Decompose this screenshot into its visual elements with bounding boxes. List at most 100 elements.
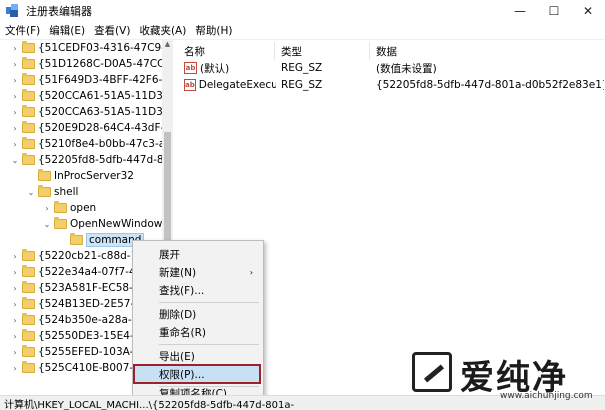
minimize-button[interactable]: — — [503, 0, 537, 22]
tree-item-label: {52205fd8-5dfb-447d-801 — [38, 154, 173, 166]
menu-item-rename[interactable]: 重命名(R) — [135, 323, 261, 341]
folder-icon — [38, 169, 51, 181]
watermark-logo-icon — [412, 352, 452, 392]
tree-item[interactable]: › {51F649D3-4BFF-42F6-A25 — [10, 72, 172, 88]
tree-item-label: {525C410E-B007-4F — [38, 362, 146, 374]
value-name-cell: ab (默认) — [184, 60, 276, 76]
value-type: REG_SZ — [281, 79, 323, 91]
menu-item-expand[interactable]: 展开 — [135, 245, 261, 263]
tree-item[interactable]: › {525C410E-B007-4F — [10, 360, 146, 376]
collapse-icon[interactable]: ⌄ — [42, 220, 52, 229]
tree-item[interactable]: › {520E9D28-64C4-43dF-BE — [10, 120, 173, 136]
tree-item-label: open — [70, 202, 97, 214]
string-value-icon: ab — [184, 62, 197, 74]
tree-item[interactable]: › {524b350e-a28a-42 — [10, 312, 145, 328]
tree-item-label: {5210f8e4-b0bb-47c3-a8c — [38, 138, 173, 150]
folder-icon — [22, 249, 35, 261]
folder-icon — [22, 41, 35, 53]
expand-icon[interactable]: › — [10, 108, 20, 117]
expand-icon[interactable]: › — [10, 316, 20, 325]
column-header-name[interactable]: 名称 — [178, 42, 275, 60]
tree-item[interactable]: › {52550DE3-15E4-4E — [10, 328, 147, 344]
tree-item[interactable]: ⌄ shell — [26, 184, 78, 200]
menu-view[interactable]: 查看(V) — [89, 23, 134, 38]
title-bar: 注册表编辑器 — ☐ ✕ — [0, 0, 605, 22]
tree-item-label: {520E9D28-64C4-43dF-BE — [38, 122, 173, 134]
tree-item[interactable]: › {520CCA63-51A5-11D3-91 — [10, 104, 173, 120]
tree-item[interactable]: InProcServer32 — [26, 168, 134, 184]
expand-icon[interactable]: › — [10, 284, 20, 293]
value-name-cell: ab DelegateExecu... — [184, 77, 276, 93]
menu-separator — [159, 302, 259, 303]
scroll-up-icon[interactable]: ▲ — [162, 40, 173, 50]
folder-icon — [22, 345, 35, 357]
menu-item-new[interactable]: 新建(N) › — [135, 263, 261, 281]
menu-edit[interactable]: 编辑(E) — [44, 23, 89, 38]
highlight-frame — [133, 364, 261, 384]
folder-icon — [22, 121, 35, 133]
expand-icon[interactable]: › — [10, 60, 20, 69]
expand-icon[interactable]: › — [42, 204, 52, 213]
menu-help[interactable]: 帮助(H) — [190, 23, 236, 38]
expand-icon[interactable]: › — [10, 300, 20, 309]
menu-favorites[interactable]: 收藏夹(A) — [134, 23, 190, 38]
tree-item-label: {5220cb21-c88d-11 — [38, 250, 144, 262]
expand-icon[interactable]: › — [10, 44, 20, 53]
tree-item[interactable]: › {51D1268C-D0A5-47CC-A — [10, 56, 173, 72]
value-type: REG_SZ — [281, 62, 323, 74]
string-value-icon: ab — [184, 79, 196, 91]
expand-icon[interactable]: › — [10, 268, 20, 277]
expand-icon[interactable]: › — [10, 76, 20, 85]
tree-item[interactable]: › {51CEDF03-4316-47C9-81 — [10, 40, 172, 56]
tree-item-label: {524b350e-a28a-42 — [38, 314, 146, 326]
tree-item[interactable]: › open — [42, 200, 96, 216]
expand-icon[interactable]: › — [10, 252, 20, 261]
context-menu: 展开 新建(N) › 查找(F)... 删除(D) 重命名(R) 导出(E) 权… — [132, 240, 264, 402]
value-name: DelegateExecu... — [198, 79, 276, 91]
value-name: (默认) — [200, 62, 230, 75]
expand-icon[interactable]: › — [10, 332, 20, 341]
folder-icon — [54, 201, 67, 213]
tree-item[interactable]: › {5255EFED-103A-44 — [10, 344, 147, 360]
folder-icon — [22, 105, 35, 117]
menu-file[interactable]: 文件(F) — [0, 23, 44, 38]
regedit-icon — [6, 4, 20, 18]
menu-item-delete[interactable]: 删除(D) — [135, 305, 261, 323]
maximize-button[interactable]: ☐ — [537, 0, 571, 22]
menu-item-export[interactable]: 导出(E) — [135, 347, 261, 365]
value-data: {52205fd8-5dfb-447d-801a-d0b52f2e83e1} — [376, 79, 604, 91]
folder-icon — [22, 281, 35, 293]
close-button[interactable]: ✕ — [571, 0, 605, 22]
tree-item[interactable]: ⌄ OpenNewWindow — [42, 216, 162, 232]
folder-icon — [22, 57, 35, 69]
tree-item[interactable]: › {5210f8e4-b0bb-47c3-a8c — [10, 136, 173, 152]
watermark: 爱纯净 www.aichunjing.com — [408, 350, 605, 408]
folder-icon — [22, 137, 35, 149]
collapse-icon[interactable]: ⌄ — [26, 188, 36, 197]
tree-item[interactable]: › {524B13ED-2E57-40 — [10, 296, 148, 312]
folder-icon — [22, 313, 35, 325]
tree-item[interactable]: › {522e34a4-07f7-40a — [10, 264, 149, 280]
value-row[interactable]: ab DelegateExecu... REG_SZ {52205fd8-5df… — [178, 77, 605, 93]
expand-icon[interactable]: › — [10, 364, 20, 373]
collapse-icon[interactable]: ⌄ — [10, 156, 20, 165]
value-row[interactable]: ab (默认) REG_SZ (数值未设置) — [178, 60, 605, 76]
tree-item[interactable]: › {523A581F-EC58-40 — [10, 280, 146, 296]
folder-icon — [22, 73, 35, 85]
tree-item[interactable]: › {5220cb21-c88d-11 — [10, 248, 144, 264]
menu-item-find[interactable]: 查找(F)... — [135, 281, 261, 299]
tree-item[interactable]: › {520CCA61-51A5-11D3-91 — [10, 88, 172, 104]
expand-icon[interactable]: › — [10, 92, 20, 101]
expand-icon[interactable]: › — [10, 348, 20, 357]
tree-item-label: {51D1268C-D0A5-47CC-A — [38, 58, 173, 70]
tree-item-label: {52550DE3-15E4-4E — [38, 330, 148, 342]
expand-icon[interactable]: › — [10, 140, 20, 149]
tree-item-label: InProcServer32 — [54, 170, 134, 182]
column-header-type[interactable]: 类型 — [275, 42, 370, 60]
column-header-data[interactable]: 数据 — [370, 42, 605, 60]
expand-icon[interactable]: › — [10, 124, 20, 133]
tree-item[interactable]: ⌄ {52205fd8-5dfb-447d-801 — [10, 152, 173, 168]
folder-icon — [22, 153, 35, 165]
submenu-arrow-icon: › — [249, 267, 253, 277]
tree-item-label: {520CCA63-51A5-11D3-91 — [38, 106, 173, 118]
